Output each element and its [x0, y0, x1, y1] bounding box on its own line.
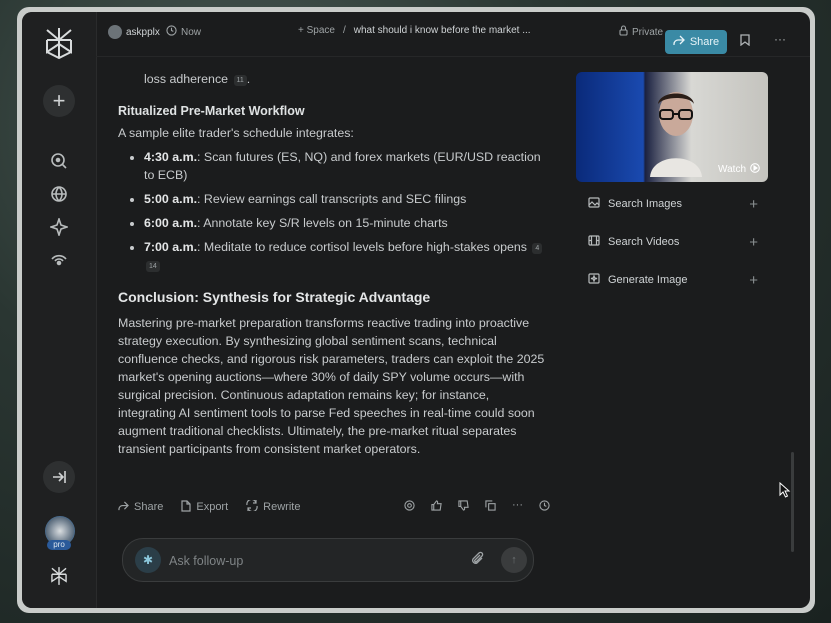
- rewrite-label: Rewrite: [263, 501, 301, 513]
- plus-icon[interactable]: +: [749, 272, 758, 289]
- bookmark-icon[interactable]: [740, 34, 750, 49]
- citation-badge[interactable]: 11: [233, 75, 247, 86]
- new-thread-button[interactable]: +: [43, 85, 75, 117]
- breadcrumb-separator: /: [342, 25, 346, 36]
- search-images-button[interactable]: Search Images +: [588, 194, 758, 214]
- timestamp-text: Now: [181, 26, 202, 38]
- app-window: + pro askpplx Now + Space / what should …: [22, 12, 810, 608]
- share-icon: [673, 35, 685, 49]
- schedule-text: : Review earnings call transcripts and S…: [197, 192, 467, 206]
- generate-image-label: Generate Image: [608, 274, 688, 286]
- share-label: Share: [689, 36, 720, 48]
- citation-badge[interactable]: 14: [146, 261, 160, 272]
- privacy-toggle[interactable]: Private: [619, 25, 663, 39]
- list-item: 7:00 a.m.: Meditate to reduce cortisol l…: [144, 238, 548, 274]
- film-icon: [588, 235, 602, 249]
- follow-up-input[interactable]: [167, 549, 451, 573]
- more-icon[interactable]: ···: [512, 500, 523, 514]
- schedule-text: : Meditate to reduce cortisol levels bef…: [197, 240, 527, 254]
- schedule-text: : Annotate key S/R levels on 15-minute c…: [197, 216, 448, 230]
- list-item: 4:30 a.m.: Scan futures (ES, NQ) and for…: [144, 148, 548, 184]
- export-label: Export: [196, 501, 229, 513]
- clock-icon: [166, 25, 177, 39]
- search-images-label: Search Images: [608, 198, 682, 210]
- person-image: [650, 92, 702, 177]
- broadcast-icon[interactable]: [47, 248, 71, 272]
- author-name: askpplx: [126, 26, 160, 38]
- paperclip-icon[interactable]: [471, 551, 485, 572]
- thumbs-down-icon[interactable]: [458, 500, 469, 514]
- sparkle-image-icon: [588, 273, 602, 287]
- privacy-label: Private: [632, 26, 664, 38]
- search-videos-button[interactable]: Search Videos +: [588, 232, 758, 252]
- globe-icon[interactable]: [47, 182, 71, 206]
- perplexity-small-logo-icon[interactable]: [48, 565, 70, 587]
- sparkle-icon[interactable]: [47, 215, 71, 239]
- thumbs-up-icon[interactable]: [431, 500, 442, 514]
- video-thumbnail[interactable]: Watch: [576, 72, 768, 182]
- history-icon[interactable]: [539, 500, 550, 514]
- export-button[interactable]: Export: [181, 499, 229, 515]
- thread-title[interactable]: what should i know before the market ...: [354, 25, 531, 36]
- partial-line: loss adherence: [144, 72, 229, 86]
- perplexity-logo-icon[interactable]: [40, 24, 78, 62]
- breadcrumb: + Space / what should i know before the …: [298, 25, 531, 36]
- schedule-list: 4:30 a.m.: Scan futures (ES, NQ) and for…: [118, 148, 548, 274]
- watch-label: Watch: [718, 164, 746, 175]
- user-avatar-icon: [108, 25, 122, 39]
- plus-icon[interactable]: +: [749, 196, 758, 213]
- list-item: 6:00 a.m.: Annotate key S/R levels on 15…: [144, 214, 548, 232]
- expand-sidebar-button[interactable]: [43, 461, 75, 493]
- partial-paragraph: loss adherence 11.: [144, 72, 251, 86]
- citation-badge[interactable]: 4: [532, 243, 543, 254]
- workflow-intro: A sample elite trader's schedule integra…: [118, 126, 354, 140]
- share-button[interactable]: Share: [665, 30, 727, 54]
- share-answer-label: Share: [134, 501, 164, 513]
- copy-icon[interactable]: [485, 500, 496, 514]
- refresh-icon: [246, 498, 258, 514]
- mouse-cursor-icon: [779, 481, 791, 503]
- plus-icon[interactable]: +: [749, 234, 758, 251]
- search-icon[interactable]: [47, 149, 71, 173]
- more-options-icon[interactable]: ···: [774, 32, 786, 46]
- answer-action-bar: Share Export Rewrite ···: [118, 498, 550, 516]
- schedule-time: 4:30 a.m.: [144, 150, 198, 164]
- rewrite-button[interactable]: Rewrite: [246, 498, 301, 514]
- sidebar: + pro: [22, 12, 97, 608]
- thread-author[interactable]: askpplx: [108, 25, 160, 39]
- lock-icon: [619, 25, 628, 39]
- schedule-text: : Scan futures (ES, NQ) and forex market…: [144, 150, 541, 182]
- scrollbar[interactable]: [791, 452, 794, 552]
- follow-up-bar: ✱ ↑: [122, 538, 534, 582]
- list-item: 5:00 a.m.: Review earnings call transcri…: [144, 190, 548, 208]
- schedule-time: 5:00 a.m.: [144, 192, 198, 206]
- schedule-time: 6:00 a.m.: [144, 216, 198, 230]
- conclusion-heading: Conclusion: Synthesis for Strategic Adva…: [118, 289, 431, 305]
- image-icon: [588, 197, 602, 211]
- document-icon: [181, 499, 191, 515]
- schedule-time: 7:00 a.m.: [144, 240, 198, 254]
- workflow-heading: Ritualized Pre-Market Workflow: [118, 104, 305, 118]
- sources-icon[interactable]: [404, 500, 415, 514]
- generate-image-button[interactable]: Generate Image +: [588, 270, 758, 290]
- conclusion-paragraph: Mastering pre-market preparation transfo…: [118, 316, 545, 456]
- share-icon: [118, 500, 129, 514]
- share-answer-button[interactable]: Share: [118, 500, 164, 514]
- play-icon: [750, 163, 760, 176]
- answer-content: loss adherence 11. Ritualized Pre-Market…: [118, 56, 548, 458]
- feedback-icons: ···: [404, 500, 550, 514]
- pro-badge: pro: [47, 540, 71, 550]
- timestamp: Now: [166, 25, 201, 39]
- send-button[interactable]: ↑: [501, 547, 527, 573]
- add-to-space-button[interactable]: + Space: [298, 25, 335, 36]
- watch-button[interactable]: Watch: [718, 163, 760, 176]
- pro-search-icon[interactable]: ✱: [135, 547, 161, 573]
- search-videos-label: Search Videos: [608, 236, 680, 248]
